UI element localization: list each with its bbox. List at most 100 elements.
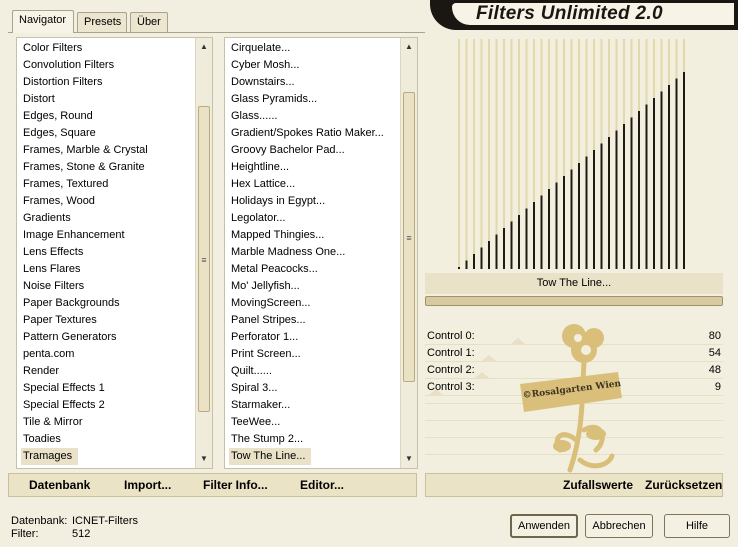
list-item-label: Holidays in Egypt... (231, 195, 326, 207)
category-scrollbar[interactable]: ▲ ≡ ▼ (195, 38, 212, 468)
list-item-label: Print Screen... (231, 348, 301, 360)
datenbank-link[interactable]: Datenbank (29, 478, 90, 492)
list-item-label: Gradients (23, 212, 71, 224)
list-item[interactable]: Glass...... (225, 108, 417, 125)
list-item-label: Tramages (21, 448, 79, 465)
list-item[interactable]: Cirquelate... (225, 40, 417, 57)
list-item[interactable]: Distort (17, 91, 212, 108)
scroll-thumb[interactable]: ≡ (403, 92, 415, 382)
list-item[interactable]: Lens Effects (17, 244, 212, 261)
list-item[interactable]: Print Screen... (225, 346, 417, 363)
list-item-label: Frames, Stone & Granite (23, 161, 145, 173)
list-item-label: Starmaker... (231, 399, 291, 411)
list-item[interactable]: Edges, Round (17, 108, 212, 125)
list-item[interactable]: Paper Backgrounds (17, 295, 212, 312)
list-item[interactable]: Tow The Line... (225, 448, 417, 465)
list-item[interactable]: Color Filters (17, 40, 212, 57)
list-item[interactable]: Pattern Generators (17, 329, 212, 346)
scroll-down-icon[interactable]: ▼ (196, 452, 212, 466)
list-item-label: Gradient/Spokes Ratio Maker... (231, 127, 384, 139)
list-item[interactable]: Paper Textures (17, 312, 212, 329)
list-item[interactable]: Downstairs... (225, 74, 417, 91)
list-item[interactable]: Special Effects 1 (17, 380, 212, 397)
reset-link[interactable]: Zurücksetzen (645, 478, 722, 492)
filter-list[interactable]: Cirquelate... Cyber Mosh... Downstairs... G… (224, 37, 418, 469)
list-item-label: Marble Madness One... (231, 246, 346, 258)
tab-navigator[interactable]: Navigator (12, 10, 74, 33)
list-item[interactable]: Gradients (17, 210, 212, 227)
list-item[interactable]: Noise Filters (17, 278, 212, 295)
list-item[interactable]: The Stump 2... (225, 431, 417, 448)
filter-info-link[interactable]: Filter Info... (203, 478, 268, 492)
tab-uber[interactable]: Über (130, 12, 168, 32)
list-item[interactable]: Marble Madness One... (225, 244, 417, 261)
list-item[interactable]: penta.com (17, 346, 212, 363)
filter-scrollbar[interactable]: ▲ ≡ ▼ (400, 38, 417, 468)
list-item[interactable]: Toadies (17, 431, 212, 448)
help-button[interactable]: Hilfe (664, 514, 730, 538)
list-item-label: Perforator 1... (231, 331, 299, 343)
list-item[interactable]: Gradient/Spokes Ratio Maker... (225, 125, 417, 142)
list-item[interactable]: Quilt...... (225, 363, 417, 380)
list-item[interactable]: Tile & Mirror (17, 414, 212, 431)
preview-zoom-slider[interactable] (425, 296, 723, 306)
list-item-label: Metal Peacocks... (231, 263, 318, 275)
list-item[interactable]: Perforator 1... (225, 329, 417, 346)
list-item[interactable]: Spiral 3... (225, 380, 417, 397)
list-item-label: TeeWee... (231, 416, 281, 428)
scroll-thumb[interactable]: ≡ (198, 106, 210, 412)
scroll-down-icon[interactable]: ▼ (401, 452, 417, 466)
list-item[interactable]: Holidays in Egypt... (225, 193, 417, 210)
preview-image (458, 39, 685, 269)
list-item-label: penta.com (23, 348, 75, 360)
list-item[interactable]: Mo' Jellyfish... (225, 278, 417, 295)
list-item-label: Paper Textures (23, 314, 97, 326)
list-item-label: Pattern Generators (23, 331, 117, 343)
editor-link[interactable]: Editor... (300, 478, 344, 492)
list-item-label: Tow The Line... (229, 448, 312, 465)
import-link[interactable]: Import... (124, 478, 171, 492)
list-item[interactable]: Cyber Mosh... (225, 57, 417, 74)
list-item-label: Distortion Filters (23, 76, 103, 88)
list-item[interactable]: Starmaker... (225, 397, 417, 414)
randomize-link[interactable]: Zufallswerte (563, 478, 633, 492)
cancel-button[interactable]: Abbrechen (585, 514, 653, 538)
scroll-up-icon[interactable]: ▲ (401, 40, 417, 54)
list-item-label: Panel Stripes... (231, 314, 306, 326)
list-item[interactable]: Edges, Square (17, 125, 212, 142)
list-item[interactable]: Special Effects 2 (17, 397, 212, 414)
list-item[interactable]: Frames, Stone & Granite (17, 159, 212, 176)
list-item[interactable]: Glass Pyramids... (225, 91, 417, 108)
tab-presets[interactable]: Presets (77, 12, 127, 32)
list-item[interactable]: Groovy Bachelor Pad... (225, 142, 417, 159)
list-item[interactable]: Frames, Wood (17, 193, 212, 210)
list-item[interactable]: Metal Peacocks... (225, 261, 417, 278)
list-item[interactable]: Legolator... (225, 210, 417, 227)
list-item[interactable]: Heightline... (225, 159, 417, 176)
list-item-label: Mo' Jellyfish... (231, 280, 300, 292)
list-item[interactable]: MovingScreen... (225, 295, 417, 312)
list-item[interactable]: Image Enhancement (17, 227, 212, 244)
apply-button[interactable]: Anwenden (510, 514, 578, 538)
list-item-label: Special Effects 1 (23, 382, 105, 394)
list-item[interactable]: Convolution Filters (17, 57, 212, 74)
control-1-value: 54 (708, 347, 721, 359)
scroll-up-icon[interactable]: ▲ (196, 40, 212, 54)
list-item-label: Lens Effects (23, 246, 84, 258)
preview-filter-name: Tow The Line... (425, 273, 723, 294)
list-item-label: Edges, Round (23, 110, 93, 122)
list-item[interactable]: Distortion Filters (17, 74, 212, 91)
list-item[interactable]: Render (17, 363, 212, 380)
category-list[interactable]: Color Filters Convolution Filters Distorti… (16, 37, 213, 469)
control-2-value: 48 (708, 364, 721, 376)
list-item[interactable]: Frames, Marble & Crystal (17, 142, 212, 159)
list-item[interactable]: Frames, Textured (17, 176, 212, 193)
list-item[interactable]: Hex Lattice... (225, 176, 417, 193)
list-item-label: Toadies (23, 433, 61, 445)
list-item[interactable]: Tramages (17, 448, 212, 465)
list-item[interactable]: Lens Flares (17, 261, 212, 278)
list-item[interactable]: Panel Stripes... (225, 312, 417, 329)
list-item[interactable]: TeeWee... (225, 414, 417, 431)
list-item[interactable]: Mapped Thingies... (225, 227, 417, 244)
list-item-label: Quilt...... (231, 365, 272, 377)
